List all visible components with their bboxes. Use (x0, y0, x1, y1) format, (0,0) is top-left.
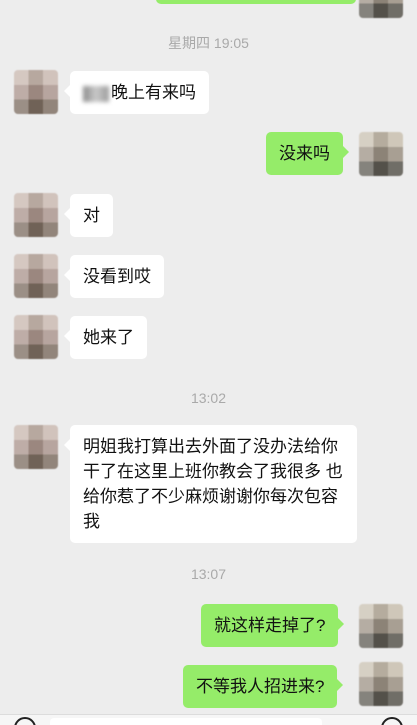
avatar-self[interactable] (359, 0, 403, 18)
avatar-contact[interactable] (14, 315, 58, 359)
message-bubble[interactable]: 没来吗 (266, 132, 349, 175)
message-text: 对 (83, 206, 100, 225)
avatar-contact[interactable] (14, 70, 58, 114)
message-text: 没来吗 (279, 144, 330, 163)
message-text: 明姐我打算出去外面了没办法给你干了在这里上班你教会了我很多 也给你惹了不少麻烦谢… (83, 437, 343, 531)
avatar-self[interactable] (359, 132, 403, 176)
message-bubble[interactable]: 不等我人招进来? (183, 665, 344, 708)
previous-message-bubble[interactable] (156, 0, 356, 4)
redacted-text (83, 85, 109, 102)
avatar-contact[interactable] (14, 193, 58, 237)
timestamp: 13:07 (190, 566, 227, 582)
avatar-contact[interactable] (14, 425, 58, 469)
message-bubble[interactable]: 明姐我打算出去外面了没办法给你干了在这里上班你教会了我很多 也给你惹了不少麻烦谢… (64, 425, 357, 543)
avatar-self[interactable] (359, 662, 403, 706)
message-bubble[interactable]: 她来了 (64, 316, 147, 359)
message-bubble[interactable]: 晚上有来吗 (64, 71, 209, 114)
message-bubble[interactable]: 没看到哎 (64, 255, 164, 298)
message-text: 没看到哎 (83, 267, 151, 286)
message-input[interactable] (50, 718, 322, 725)
message-text: 她来了 (83, 328, 134, 347)
message-bubble[interactable]: 对 (64, 194, 113, 237)
avatar-contact[interactable] (14, 254, 58, 298)
message-text: 晚上有来吗 (111, 83, 196, 102)
message-text: 就这样走掉了? (214, 616, 326, 635)
timestamp: 13:02 (190, 390, 227, 406)
message-bubble[interactable]: 就这样走掉了? (201, 604, 345, 647)
message-text: 不等我人招进来? (196, 677, 325, 696)
avatar-self[interactable] (359, 604, 403, 648)
timestamp: 星期四 19:05 (168, 35, 249, 51)
